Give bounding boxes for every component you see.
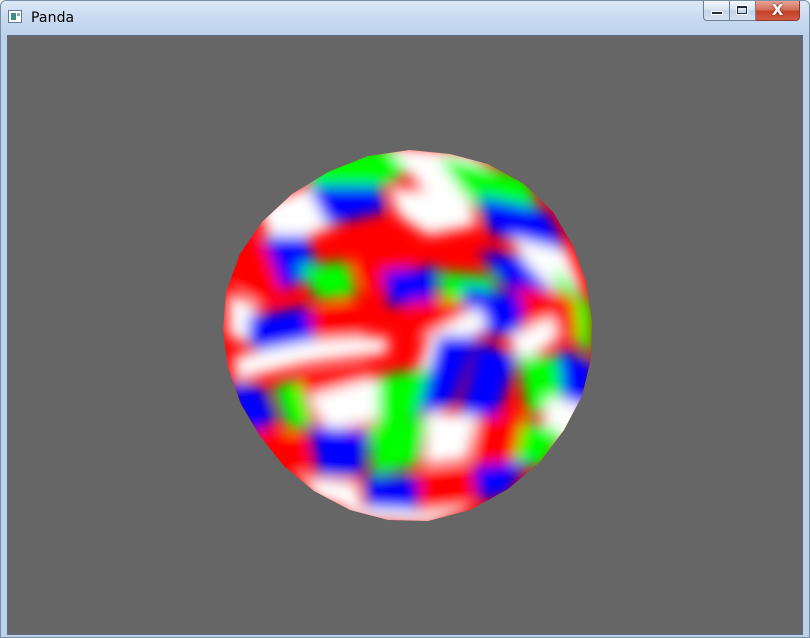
close-icon: X <box>771 1 784 19</box>
scene-canvas <box>223 150 592 521</box>
textured-sphere <box>223 150 592 521</box>
close-button[interactable]: X <box>756 1 800 21</box>
title-bar[interactable]: Panda X <box>1 1 809 34</box>
app-window: Panda X <box>0 0 810 638</box>
minimize-icon <box>712 12 722 14</box>
caption-buttons: X <box>703 1 800 22</box>
maximize-button[interactable] <box>730 1 756 21</box>
window-title: Panda <box>31 10 75 26</box>
minimize-button[interactable] <box>703 1 730 21</box>
panda-app-icon[interactable] <box>8 10 22 23</box>
maximize-icon <box>737 6 747 14</box>
render-viewport[interactable] <box>7 35 803 635</box>
